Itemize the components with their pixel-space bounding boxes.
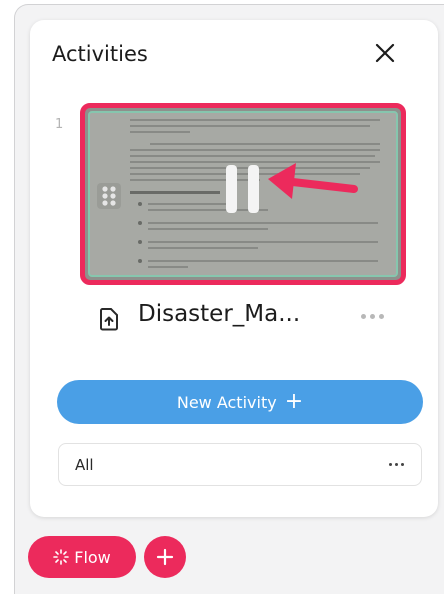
- activity-index: 1: [55, 117, 64, 132]
- drag-handle-icon[interactable]: [97, 183, 121, 213]
- pause-icon[interactable]: [224, 163, 264, 219]
- sparkle-icon: [53, 549, 70, 565]
- new-activity-label: New Activity: [176, 392, 277, 412]
- activity-file-name[interactable]: Disaster_Ma...: [138, 301, 300, 327]
- activity-thumbnail[interactable]: [80, 103, 406, 285]
- file-upload-icon: [98, 307, 120, 335]
- flow-button[interactable]: Flow: [28, 536, 136, 578]
- activity-filter-select[interactable]: All: [58, 443, 422, 486]
- new-activity-button[interactable]: New Activity +: [57, 380, 423, 424]
- panel-title: Activities: [52, 42, 148, 66]
- flow-label: Flow: [74, 547, 111, 567]
- close-icon: [375, 43, 395, 63]
- plus-icon: +: [284, 389, 304, 414]
- activities-panel: Activities 1 Disaster_Ma... New Activity…: [30, 20, 438, 517]
- plus-icon: [156, 548, 174, 566]
- activity-more-button[interactable]: [352, 304, 392, 328]
- close-button[interactable]: [368, 36, 402, 70]
- filter-label: All: [75, 455, 94, 474]
- add-button[interactable]: [144, 536, 186, 578]
- more-dots-icon: [360, 313, 366, 319]
- arrow-annotation-icon: [260, 161, 360, 215]
- document-preview: [88, 111, 398, 277]
- filter-more-icon[interactable]: [387, 463, 405, 466]
